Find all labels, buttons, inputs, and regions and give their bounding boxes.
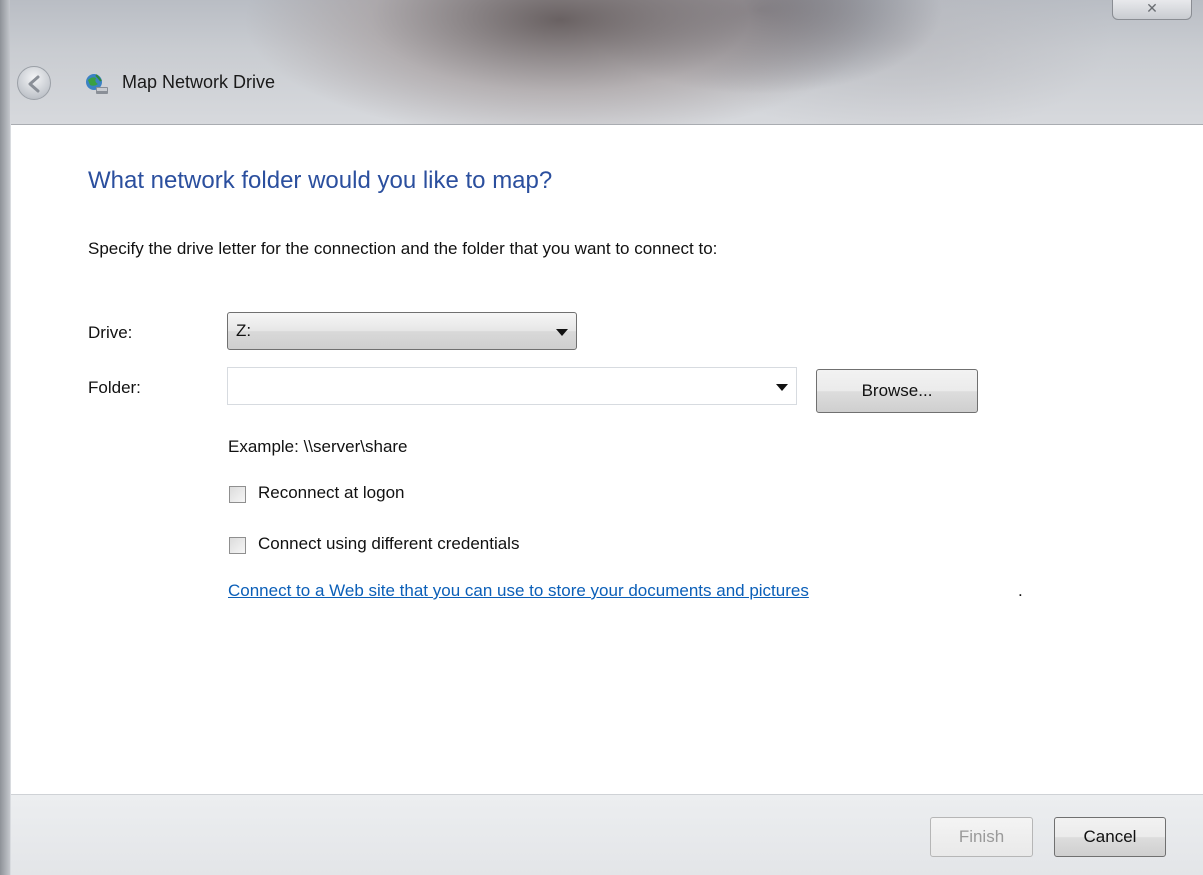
drive-select-value: Z: [236,321,252,340]
page-title: What network folder would you like to ma… [88,167,553,194]
folder-label: Folder: [88,378,141,397]
close-button[interactable]: ✕ [1112,0,1192,20]
back-arrow-icon [28,75,40,93]
credentials-label[interactable]: Connect using different credentials [258,534,519,554]
web-site-link[interactable]: Connect to a Web site that you can use t… [228,581,809,601]
wizard-content: What network folder would you like to ma… [11,124,1203,794]
example-text: Example: \\server\share [228,437,408,456]
reconnect-label[interactable]: Reconnect at logon [258,483,405,503]
link-period: . [1018,581,1023,600]
instruction-text: Specify the drive letter for the connect… [88,239,718,258]
drive-label: Drive: [88,323,133,342]
reconnect-checkbox[interactable] [229,486,246,503]
finish-button[interactable]: Finish [930,817,1033,857]
window-left-border [0,0,10,875]
drive-select[interactable]: Z: [227,312,577,350]
credentials-checkbox[interactable] [229,537,246,554]
browse-button[interactable]: Browse... [816,369,978,413]
network-drive-icon [86,74,108,94]
title-bar [0,0,1203,124]
wizard-footer: Finish Cancel [11,794,1203,875]
window-title: Map Network Drive [122,72,276,92]
folder-input[interactable] [227,367,797,405]
folder-dropdown-icon[interactable] [776,384,788,391]
close-icon: ✕ [1146,1,1158,17]
back-button[interactable] [17,66,51,100]
chevron-down-icon [556,329,568,336]
cancel-button[interactable]: Cancel [1054,817,1166,857]
